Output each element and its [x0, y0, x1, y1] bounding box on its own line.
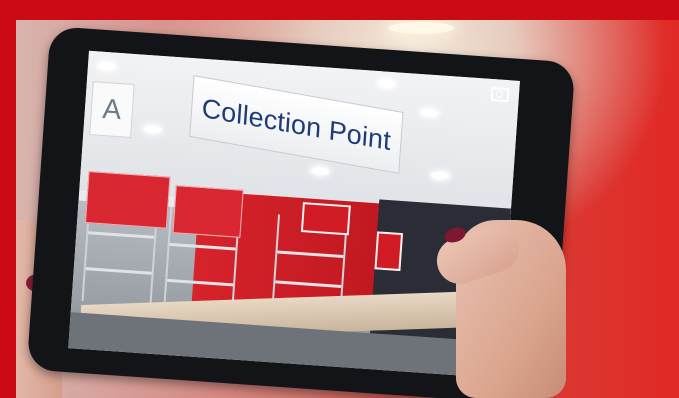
store-poster [374, 231, 404, 272]
shelf [88, 231, 155, 239]
tablet-screen: A Collection Point [68, 50, 520, 379]
shelf [169, 242, 236, 251]
red-panel [84, 171, 171, 229]
shelf [85, 267, 152, 275]
hero-photo: A Collection Point [16, 20, 679, 398]
aisle-sign: A [89, 81, 135, 138]
shelf [275, 280, 342, 288]
camera-icon[interactable] [490, 86, 510, 103]
store-poster [300, 202, 351, 236]
shelf [167, 278, 234, 287]
red-frame: A Collection Point [0, 0, 679, 398]
red-panel [172, 185, 244, 238]
ceiling-light [388, 22, 454, 34]
shelf [277, 250, 344, 259]
